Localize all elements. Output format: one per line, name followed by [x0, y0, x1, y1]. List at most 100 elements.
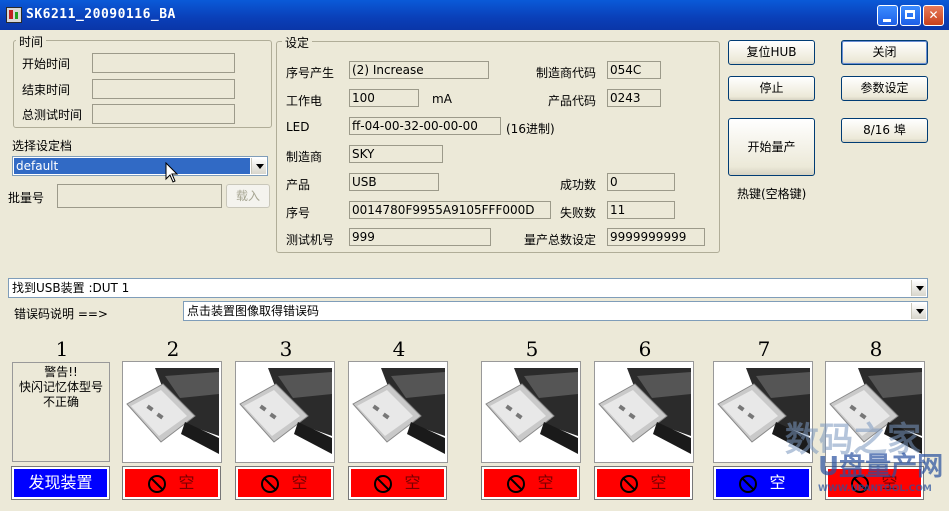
- product-label: 产品: [286, 178, 311, 192]
- close-button[interactable]: 关闭: [841, 40, 928, 65]
- current-label: 工作电: [286, 94, 323, 108]
- usb-drive-icon: [597, 364, 691, 460]
- slot-device-image[interactable]: [594, 361, 694, 463]
- serial-field: 0014780F9955A9105FFF000D: [349, 201, 551, 219]
- usb-drive-icon: [484, 364, 578, 460]
- minimize-icon: [883, 19, 891, 22]
- slot-device-image[interactable]: [122, 361, 222, 463]
- slot-status-button[interactable]: 空: [594, 466, 693, 500]
- usb-drive-icon: [238, 364, 332, 460]
- slot-status-button[interactable]: 空: [348, 466, 447, 500]
- serial-label: 序号: [286, 206, 311, 220]
- params-button[interactable]: 参数设定: [841, 76, 928, 101]
- success-field: 0: [607, 173, 675, 191]
- slot-status-button[interactable]: 空: [481, 466, 580, 500]
- error-desc-value: 点击装置图像取得错误码: [187, 304, 320, 318]
- no-entry-icon: [148, 474, 167, 493]
- slot-status-label: 空: [650, 473, 667, 492]
- slot-device-image[interactable]: [348, 361, 448, 463]
- maximize-icon: [905, 10, 915, 19]
- slot-number: 4: [392, 337, 406, 361]
- slot-device-image[interactable]: [235, 361, 335, 463]
- slot-status-label: 空: [404, 473, 421, 492]
- watermark-line3: WWW.UPANTOOL.COM: [818, 484, 932, 494]
- end-time-field: [92, 79, 235, 99]
- slot-number: 6: [638, 337, 652, 361]
- no-entry-icon: [261, 474, 280, 493]
- chevron-down-icon[interactable]: [911, 280, 926, 296]
- stop-button[interactable]: 停止: [728, 76, 815, 101]
- current-unit: mA: [432, 92, 452, 106]
- vendor-field: SKY: [349, 145, 443, 163]
- total-time-field: [92, 104, 235, 124]
- end-time-label: 结束时间: [22, 83, 71, 97]
- slot-number: 2: [166, 337, 180, 361]
- title-bar[interactable]: SK6211_20090116_BA ✕: [0, 0, 949, 30]
- ports-button[interactable]: 8/16 埠: [841, 118, 928, 143]
- slot-status-label: 空: [769, 473, 786, 492]
- slot-number: 3: [279, 337, 293, 361]
- mouse-cursor-icon: [165, 162, 179, 183]
- close-window-button[interactable]: ✕: [923, 5, 944, 26]
- vendor-label: 制造商: [286, 150, 323, 164]
- start-time-field: [92, 53, 235, 73]
- slot-status-label: 空: [537, 473, 554, 492]
- success-label: 成功数: [560, 178, 597, 192]
- profile-select[interactable]: default: [12, 156, 268, 176]
- chevron-down-icon[interactable]: [911, 303, 926, 319]
- slot-status-label: 发现装置: [28, 473, 93, 492]
- time-group-legend: 时间: [16, 33, 47, 50]
- batch-label: 批量号: [8, 191, 45, 205]
- product-code-label: 产品代码: [548, 94, 597, 108]
- app-icon: [6, 7, 22, 23]
- load-button[interactable]: 载入: [226, 184, 270, 208]
- no-entry-icon: [739, 474, 758, 493]
- serial-gen-field: (2) Increase: [349, 61, 489, 79]
- slot-device-image[interactable]: [481, 361, 581, 463]
- no-entry-icon: [374, 474, 393, 493]
- close-icon: ✕: [928, 8, 939, 22]
- chevron-down-icon[interactable]: [251, 158, 266, 174]
- total-count-field: 9999999999: [607, 228, 705, 246]
- batch-field[interactable]: [57, 184, 222, 208]
- profile-label: 选择设定档: [12, 139, 73, 153]
- slot-status-button[interactable]: 发现装置: [11, 466, 110, 500]
- product-field: USB: [349, 173, 439, 191]
- slot-warning[interactable]: 警告!! 快闪记忆体型号 不正确: [12, 362, 110, 462]
- error-desc-select[interactable]: 点击装置图像取得错误码: [183, 301, 928, 321]
- slot-status-button[interactable]: 空: [235, 466, 334, 500]
- slot-number: 5: [525, 337, 539, 361]
- device-found-value: 找到USB装置 :DUT 1: [12, 281, 130, 295]
- serial-gen-label: 序号产生: [286, 66, 335, 80]
- maximize-button[interactable]: [900, 5, 921, 26]
- product-code-field: 0243: [607, 89, 661, 107]
- slot-status-button[interactable]: 空: [122, 466, 221, 500]
- minimize-button[interactable]: [877, 5, 898, 26]
- slot-warning-line: 警告!!: [44, 365, 78, 379]
- slot-number: 1: [55, 337, 69, 361]
- total-count-label: 量产总数设定: [524, 233, 597, 247]
- hotkey-label: 热键(空格键): [737, 187, 807, 201]
- error-desc-label: 错误码说明 ==>: [14, 307, 108, 321]
- start-production-button[interactable]: 开始量产: [728, 118, 815, 176]
- reset-hub-button[interactable]: 复位HUB: [728, 40, 815, 65]
- slot-status-label: 空: [178, 473, 195, 492]
- device-found-select[interactable]: 找到USB装置 :DUT 1: [8, 278, 928, 298]
- fail-label: 失败数: [560, 206, 597, 220]
- slot-status-label: 空: [291, 473, 308, 492]
- start-time-label: 开始时间: [22, 57, 71, 71]
- slot-number: 8: [869, 337, 883, 361]
- total-time-label: 总测试时间: [22, 108, 83, 122]
- vendor-code-label: 制造商代码: [536, 66, 597, 80]
- led-note: (16进制): [506, 122, 555, 136]
- slot-warning-line: 快闪记忆体型号: [18, 380, 103, 394]
- fail-field: 11: [607, 201, 675, 219]
- tester-label: 测试机号: [286, 233, 335, 247]
- led-label: LED: [286, 120, 310, 134]
- profile-select-value: default: [16, 159, 59, 173]
- settings-group-legend: 设定: [282, 34, 313, 51]
- no-entry-icon: [620, 474, 639, 493]
- window-title: SK6211_20090116_BA: [26, 7, 176, 22]
- slot-status-button[interactable]: 空: [713, 466, 812, 500]
- watermark-line2: U盘量产网: [818, 452, 944, 482]
